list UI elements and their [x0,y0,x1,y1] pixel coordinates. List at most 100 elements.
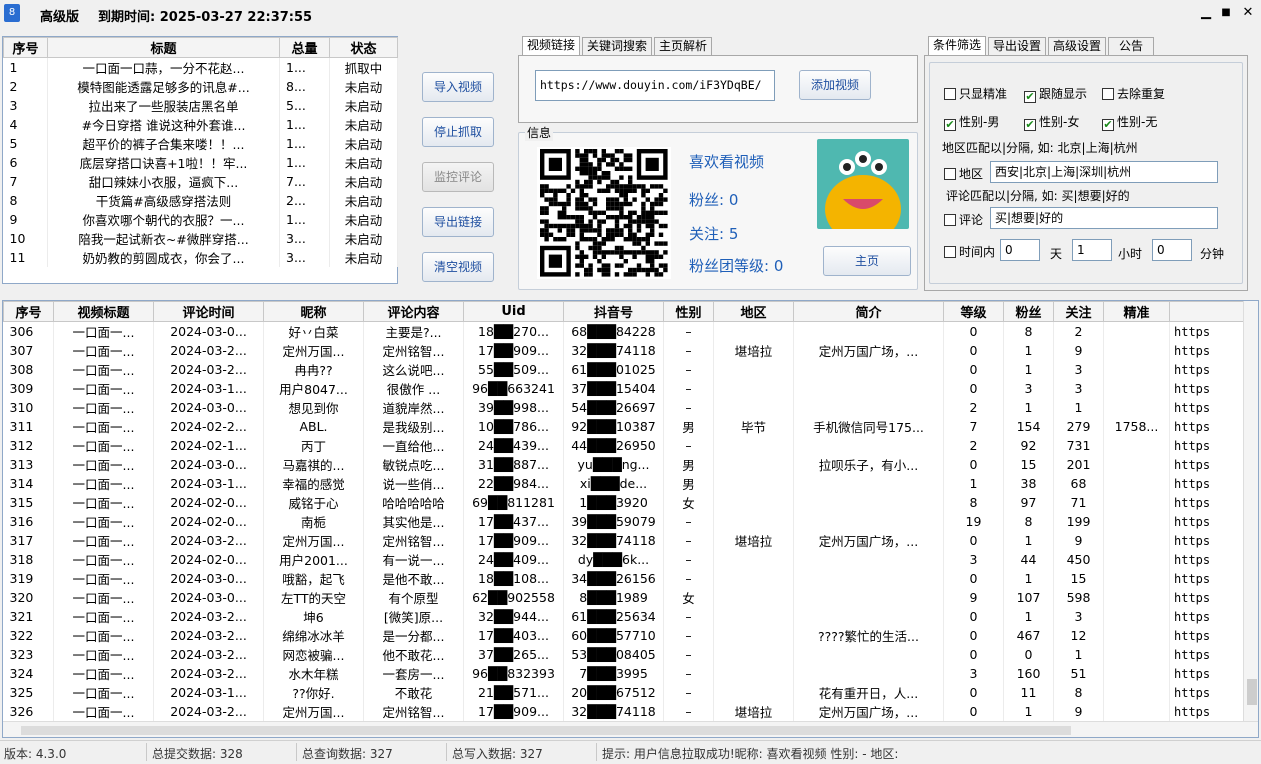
comment-row[interactable]: 315 一口面一... 2024-02-0... 威铭于心 哈哈哈哈哈 69██81128… [3,493,1244,512]
minimize-button[interactable]: ▁ [1198,5,1214,21]
comment-col-header[interactable]: 抖音号 [563,301,664,322]
horizontal-scrollbar[interactable] [3,721,1258,737]
cell-profile-link[interactable]: https [1169,512,1244,531]
export-links-button[interactable]: 导出链接 [422,207,494,237]
comment-row[interactable]: 318 一口面一... 2024-02-0... 用户2001... 有一说一... 24… [3,550,1244,569]
checkbox-box[interactable] [1102,88,1114,100]
video-list[interactable]: 序号 标题 总量 状态 1 一口面一口蒜，一分不花赵... 1... 抓取中 2 模特图能透露足… [2,36,398,284]
video-row[interactable]: 8 干货篇#高级感穿搭法则 2... 未启动 [3,191,398,210]
tab-announcement[interactable]: 公告 [1108,37,1154,55]
gender-female-checkbox[interactable]: ✔ 性别-女 [1024,115,1079,131]
monitor-comments-button[interactable]: 监控评论 [422,162,494,192]
days-input[interactable]: 0 [1000,239,1040,261]
video-row[interactable]: 2 模特图能透露足够多的讯息#... 8... 未启动 [3,77,398,96]
clear-videos-button[interactable]: 清空视频 [422,252,494,282]
vertical-scrollbar[interactable] [1243,301,1258,721]
hours-input[interactable]: 1 [1072,239,1112,261]
tab-keyword-search[interactable]: 关键词搜索 [582,37,652,55]
comment-row[interactable]: 325 一口面一... 2024-03-1... ??你好. 不敢花 21██571...… [3,683,1244,702]
tab-homepage-parse[interactable]: 主页解析 [654,37,712,55]
tab-condition-filter[interactable]: 条件筛选 [928,36,986,55]
comment-row[interactable]: 306 一口面一... 2024-03-0... 好丷白菜 主要是?... 18██270… [3,321,1244,341]
video-row[interactable]: 5 超平价的裤子合集来喽！！... 1... 未启动 [3,134,398,153]
comment-row[interactable]: 324 一口面一... 2024-03-2... 水木年糕 一套房一... 96██832… [3,664,1244,683]
follow-show-checkbox[interactable]: ✔ 跟随显示 [1024,87,1087,103]
comment-col-header[interactable]: 视频标题 [53,301,154,322]
comment-col-header[interactable]: 评论内容 [363,301,464,322]
cell-profile-link[interactable]: https [1169,702,1244,721]
stop-fetch-button[interactable]: 停止抓取 [422,117,494,147]
checkbox-box[interactable]: ✔ [1024,119,1036,131]
comment-col-header[interactable]: 粉丝 [1003,301,1054,322]
comment-row[interactable]: 323 一口面一... 2024-03-2... 网恋被骗... 他不敢花... 37██… [3,645,1244,664]
checkbox-box[interactable] [944,168,956,180]
cell-profile-link[interactable]: https [1169,417,1244,436]
comment-col-header[interactable]: 昵称 [263,301,364,322]
cell-profile-link[interactable]: https [1169,436,1244,455]
comment-row[interactable]: 314 一口面一... 2024-03-1... 幸福的感觉 说一些俏... 22██98… [3,474,1244,493]
comment-row[interactable]: 312 一口面一... 2024-02-1... 丙丁 一直给他... 24██439..… [3,436,1244,455]
comment-row[interactable]: 311 一口面一... 2024-02-2... ABL. 是我级别... 10██786… [3,417,1244,436]
checkbox-box[interactable] [944,214,956,226]
region-checkbox[interactable]: 地区 [944,167,983,181]
cell-profile-link[interactable]: https [1169,360,1244,379]
homepage-button[interactable]: 主页 [823,246,911,276]
only-precise-checkbox[interactable]: 只显精准 [944,87,1007,101]
comment-row[interactable]: 310 一口面一... 2024-03-0... 想见到你 道貌岸然... 39██998… [3,398,1244,417]
maximize-button[interactable]: ■ [1218,5,1234,21]
minutes-input[interactable]: 0 [1152,239,1192,261]
video-col-header[interactable]: 总量 [279,37,330,58]
comment-col-header[interactable]: 评论时间 [153,301,264,322]
cell-profile-link[interactable]: https [1169,321,1244,341]
close-button[interactable]: ✕ [1240,5,1256,21]
comment-col-header[interactable]: Uid [463,301,564,322]
tab-export-settings[interactable]: 导出设置 [988,37,1046,55]
within-time-checkbox[interactable]: 时间内 [944,245,995,259]
cell-profile-link[interactable]: https [1169,379,1244,398]
video-url-input[interactable]: https://www.douyin.com/iF3YDqBE/ [535,70,775,101]
cell-profile-link[interactable]: https [1169,474,1244,493]
cell-profile-link[interactable]: https [1169,569,1244,588]
tab-advanced-settings[interactable]: 高级设置 [1048,37,1106,55]
gender-none-checkbox[interactable]: ✔ 性别-无 [1102,115,1157,131]
cell-profile-link[interactable]: https [1169,531,1244,550]
comment-col-header[interactable]: 等级 [943,301,1004,322]
comment-row[interactable]: 308 一口面一... 2024-03-2... 冉冉?? 这么说吧... 55██509… [3,360,1244,379]
comment-col-header[interactable]: 精准 [1103,301,1170,322]
comment-checkbox[interactable]: 评论 [944,213,983,227]
region-input[interactable]: 西安|北京|上海|深圳|杭州 [990,161,1218,183]
checkbox-box[interactable] [944,246,956,258]
comment-input[interactable]: 买|想要|好的 [990,207,1218,229]
comment-row[interactable]: 322 一口面一... 2024-03-2... 绵绵冰冰羊 是一分都... 17██40… [3,626,1244,645]
comments-grid[interactable]: 序号 视频标题 评论时间 昵称 评论内容 Uid 抖音号 性别 地区 简介 等级 粉丝 关注 精准 306… [2,300,1259,738]
checkbox-box[interactable]: ✔ [944,119,956,131]
tab-video-link[interactable]: 视频链接 [522,36,580,55]
cell-profile-link[interactable]: https [1169,398,1244,417]
video-row[interactable]: 7 甜口辣妹小衣服，逼疯下... 7... 未启动 [3,172,398,191]
cell-profile-link[interactable]: https [1169,664,1244,683]
video-row[interactable]: 4 #今日穿搭 谁说这种外套谁... 1... 未启动 [3,115,398,134]
video-row[interactable]: 1 一口面一口蒜，一分不花赵... 1... 抓取中 [3,57,398,77]
video-col-header[interactable]: 状态 [329,37,398,58]
video-row[interactable]: 6 底层穿搭口诀喜+1啦！！牢... 1... 未启动 [3,153,398,172]
comment-row[interactable]: 321 一口面一... 2024-03-2... 坤6 [微笑]原... 32██944.… [3,607,1244,626]
cell-profile-link[interactable]: https [1169,493,1244,512]
comment-col-header[interactable]: 地区 [713,301,794,322]
checkbox-box[interactable]: ✔ [1024,91,1036,103]
add-video-button[interactable]: 添加视频 [799,70,871,100]
gender-male-checkbox[interactable]: ✔ 性别-男 [944,115,999,131]
video-col-header[interactable]: 标题 [47,37,280,58]
comment-row[interactable]: 307 一口面一... 2024-03-2... 定州万国... 定州铭智... 17██… [3,341,1244,360]
cell-profile-link[interactable]: https [1169,626,1244,645]
comment-row[interactable]: 309 一口面一... 2024-03-1... 用户8047... 很傲作 ... 96… [3,379,1244,398]
cell-profile-link[interactable]: https [1169,588,1244,607]
vertical-scroll-thumb[interactable] [1247,679,1257,705]
checkbox-box[interactable] [944,88,956,100]
comment-row[interactable]: 320 一口面一... 2024-03-0... 左TT的天空 有个原型 62██9025… [3,588,1244,607]
dedupe-checkbox[interactable]: 去除重复 [1102,87,1165,101]
checkbox-box[interactable]: ✔ [1102,119,1114,131]
comment-row[interactable]: 313 一口面一... 2024-03-0... 马嘉祺的... 敏锐点吃... 31██… [3,455,1244,474]
horizontal-scroll-thumb[interactable] [21,726,1071,735]
video-row[interactable]: 9 你喜欢哪个朝代的衣服？一... 1... 未启动 [3,210,398,229]
comment-col-header[interactable]: 简介 [793,301,944,322]
